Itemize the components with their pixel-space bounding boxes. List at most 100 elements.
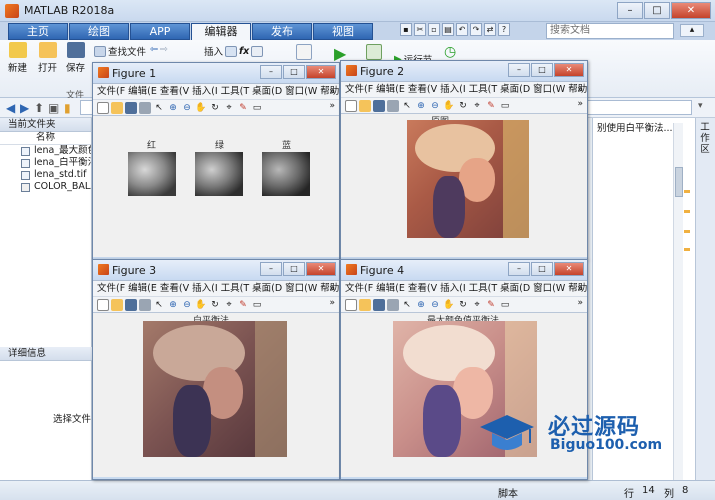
close-button[interactable]: ✕ (554, 63, 584, 77)
editor-tab-label[interactable]: 别使用白平衡法... (597, 120, 673, 134)
menu-view[interactable]: 查看(V (160, 84, 189, 99)
zoom-in-icon[interactable]: ⊕ (415, 100, 427, 112)
menu-edit[interactable]: 编辑(E (128, 84, 157, 99)
menu-insert[interactable]: 插入(I (440, 281, 466, 296)
pan-icon[interactable]: ✋ (195, 299, 207, 311)
figure-canvas[interactable]: 白平衡法 (93, 313, 339, 477)
menu-file[interactable]: 文件(F (97, 84, 125, 99)
save-icon[interactable] (373, 99, 385, 112)
save-icon[interactable] (125, 298, 137, 311)
zoom-out-icon[interactable]: ⊖ (181, 299, 193, 311)
new-figure-icon[interactable] (345, 99, 357, 112)
figure-1-window[interactable]: Figure 1 – □ ✕ 文件(F 编辑(E 查看(V 插入(I 工具(T 桌面… (92, 62, 340, 260)
maximize-button[interactable]: □ (644, 2, 670, 19)
pointer-icon[interactable]: ↖ (401, 299, 413, 311)
menu-file[interactable]: 文件(F (345, 281, 373, 296)
forward-icon[interactable]: ▶ (20, 101, 29, 115)
menu-edit[interactable]: 编辑(E (128, 281, 157, 296)
close-button[interactable]: ✕ (306, 262, 336, 276)
data-cursor-icon[interactable]: ⌖ (223, 299, 235, 311)
comment-icon[interactable] (251, 45, 264, 57)
path-dropdown-icon[interactable]: ▾ (698, 101, 703, 111)
save-icon[interactable] (373, 298, 385, 311)
link-plot-icon[interactable]: ▭ (499, 100, 511, 112)
print-icon[interactable] (139, 298, 151, 311)
code-marker[interactable] (684, 190, 690, 193)
code-marker[interactable] (684, 248, 690, 251)
open-icon[interactable] (111, 101, 123, 114)
run-advance-button[interactable] (366, 44, 382, 60)
toolbar-overflow-icon[interactable]: » (577, 298, 583, 308)
menu-insert[interactable]: 插入(I (440, 82, 466, 97)
menu-insert[interactable]: 插入(I (192, 281, 218, 296)
menu-tools[interactable]: 工具(T (221, 84, 250, 99)
tab-publish[interactable]: 发布 (252, 23, 312, 40)
minimize-button[interactable]: – (508, 63, 530, 77)
minimize-button[interactable]: – (260, 65, 282, 79)
menu-overflow-icon[interactable]: » (577, 281, 583, 296)
brush-icon[interactable]: ✎ (237, 299, 249, 311)
fx-icon[interactable]: fx (239, 46, 249, 57)
menu-overflow-icon[interactable]: » (329, 281, 335, 296)
quick-save-icon[interactable]: ▪ (400, 23, 412, 36)
file-item[interactable]: lena_最大颜色平 (0, 145, 91, 157)
menu-overflow-icon[interactable]: » (577, 82, 583, 97)
menu-edit[interactable]: 编辑(E (376, 281, 405, 296)
file-item[interactable]: lena_白平衡法.m (0, 157, 91, 169)
pan-icon[interactable]: ✋ (195, 102, 207, 114)
pan-icon[interactable]: ✋ (443, 299, 455, 311)
tab-apps[interactable]: APP (130, 23, 190, 40)
figure-3-window[interactable]: Figure 3 – □ ✕ 文件(F 编辑(E 查看(V 插入(I 工具(T 桌面… (92, 259, 340, 480)
save-icon[interactable] (125, 101, 137, 114)
minimize-button[interactable]: – (260, 262, 282, 276)
rotate-icon[interactable]: ↻ (209, 299, 221, 311)
menu-view[interactable]: 查看(V (408, 82, 437, 97)
print-icon[interactable] (139, 101, 151, 114)
menu-tools[interactable]: 工具(T (221, 281, 250, 296)
pointer-icon[interactable]: ↖ (153, 102, 165, 114)
workspace-dock[interactable]: 工作区 (695, 118, 715, 494)
quick-undo-icon[interactable]: ↶ (456, 23, 468, 36)
brush-icon[interactable]: ✎ (237, 102, 249, 114)
menu-file[interactable]: 文件(F (345, 82, 373, 97)
minimize-button[interactable]: – (617, 2, 643, 19)
open-button[interactable]: 打开 (38, 42, 57, 74)
menu-window[interactable]: 窗口(W (533, 281, 565, 296)
breakpoint-tool[interactable] (296, 44, 312, 60)
quick-copy-icon[interactable]: ▫ (428, 23, 440, 36)
rotate-icon[interactable]: ↻ (457, 299, 469, 311)
maximize-button[interactable]: □ (283, 65, 305, 79)
figure-canvas[interactable]: 原图 (341, 114, 587, 257)
collapse-ribbon-button[interactable]: ▴ (680, 24, 704, 37)
new-figure-icon[interactable] (345, 298, 357, 311)
zoom-out-icon[interactable]: ⊖ (429, 299, 441, 311)
menu-window[interactable]: 窗口(W (533, 82, 565, 97)
menu-window[interactable]: 窗口(W (285, 281, 317, 296)
figure-2-window[interactable]: Figure 2 – □ ✕ 文件(F 编辑(E 查看(V 插入(I 工具(T 桌面… (340, 60, 588, 260)
back-icon[interactable]: ◀ (6, 101, 15, 115)
link-plot-icon[interactable]: ▭ (499, 299, 511, 311)
data-cursor-icon[interactable]: ⌖ (223, 102, 235, 114)
open-icon[interactable] (359, 99, 371, 112)
data-cursor-icon[interactable]: ⌖ (471, 299, 483, 311)
quick-help-icon[interactable]: ? (498, 23, 510, 36)
print-icon[interactable] (387, 99, 399, 112)
code-marker[interactable] (684, 230, 690, 233)
close-button[interactable]: ✕ (671, 2, 711, 19)
zoom-in-icon[interactable]: ⊕ (167, 299, 179, 311)
file-item[interactable]: COLOR_BALAN (0, 181, 91, 193)
toolbar-overflow-icon[interactable]: » (577, 99, 583, 109)
quick-cut-icon[interactable]: ✂ (414, 23, 426, 36)
zoom-in-icon[interactable]: ⊕ (415, 299, 427, 311)
link-plot-icon[interactable]: ▭ (251, 299, 263, 311)
menu-overflow-icon[interactable]: » (329, 84, 335, 99)
rotate-icon[interactable]: ↻ (209, 102, 221, 114)
tab-plots[interactable]: 绘图 (69, 23, 129, 40)
up-folder-icon[interactable]: ⬆ (34, 101, 44, 115)
maximize-button[interactable]: □ (531, 262, 553, 276)
open-icon[interactable] (111, 298, 123, 311)
quick-switch-icon[interactable]: ⇄ (484, 23, 496, 36)
zoom-in-icon[interactable]: ⊕ (167, 102, 179, 114)
open-icon[interactable] (359, 298, 371, 311)
pan-icon[interactable]: ✋ (443, 100, 455, 112)
